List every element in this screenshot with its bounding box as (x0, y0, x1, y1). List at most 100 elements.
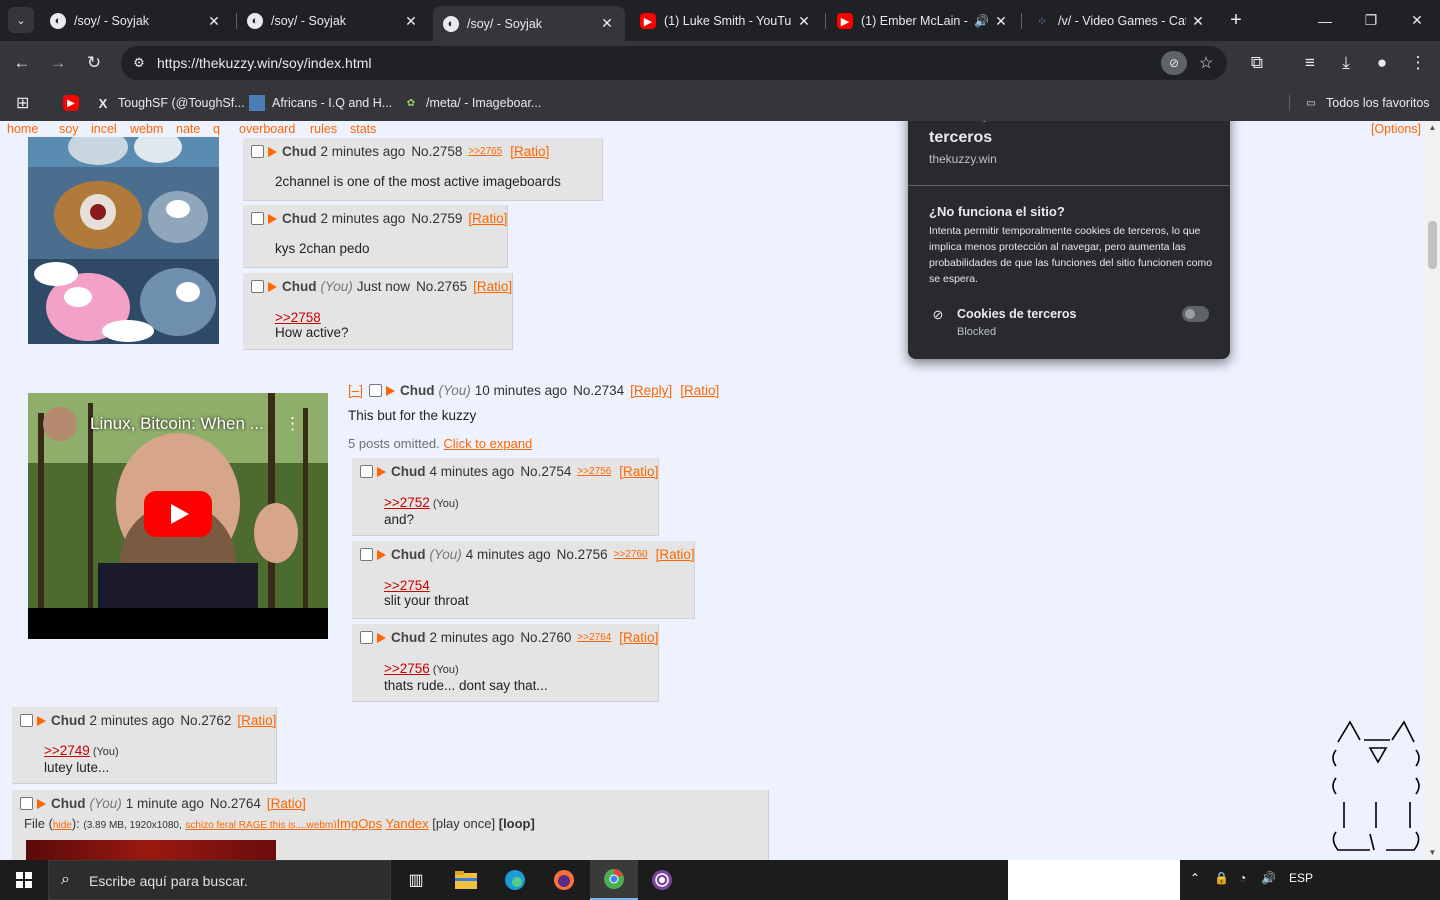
ratio-link[interactable]: [Ratio] (680, 383, 719, 398)
minimize-button[interactable]: — (1302, 0, 1348, 41)
post-number[interactable]: No.2758 (411, 144, 462, 159)
post-checkbox[interactable] (251, 212, 264, 225)
nav-nate[interactable]: nate (176, 122, 200, 136)
close-icon[interactable]: ✕ (993, 13, 1009, 30)
post-checkbox[interactable] (360, 465, 373, 478)
reload-button[interactable]: ↻ (80, 49, 108, 77)
media-control-button[interactable]: ≡ (1296, 49, 1324, 77)
start-button[interactable] (0, 860, 48, 900)
apps-button[interactable]: ⊞ (16, 93, 29, 113)
tab-5[interactable]: ▶ (1) Ember McLain - 🔊 ✕ (827, 6, 1019, 36)
downloads-button[interactable]: ⤓ (1332, 49, 1360, 77)
backlink[interactable]: >>2765 (468, 146, 502, 157)
nav-webm[interactable]: webm (130, 122, 163, 136)
post-menu-arrow-icon[interactable] (377, 466, 386, 477)
quote-link[interactable]: >>2758 (275, 310, 321, 325)
nav-soy[interactable]: soy (59, 122, 78, 136)
tab-search-button[interactable]: ⌄ (8, 7, 34, 33)
restore-button[interactable]: ❐ (1348, 0, 1394, 41)
hide-thread-button[interactable]: [–] (348, 383, 363, 398)
quote-link[interactable]: >>2749 (44, 743, 90, 758)
ratio-link[interactable]: [Ratio] (619, 464, 658, 479)
ratio-link[interactable]: [Ratio] (510, 144, 549, 159)
menu-button[interactable]: ⋮ (1404, 49, 1432, 77)
post-menu-arrow-icon[interactable] (268, 281, 277, 292)
op-video-embed[interactable]: Linux, Bitcoin: When ... ⋮ (28, 393, 328, 639)
extensions-button[interactable]: ⧉ (1243, 49, 1271, 77)
scroll-up-icon[interactable]: ▲ (1425, 121, 1440, 135)
close-icon[interactable]: ✕ (599, 15, 615, 32)
bookmark-meta[interactable]: ✿ /meta/ - Imageboar... (403, 93, 542, 113)
post-number[interactable]: No.2764 (210, 796, 261, 811)
post-menu-arrow-icon[interactable] (268, 213, 277, 224)
address-bar[interactable]: ⚙ https://thekuzzy.win/soy/index.html ⊘ … (121, 46, 1227, 80)
quote-link[interactable]: >>2752 (384, 495, 430, 510)
bookmark-youtube[interactable]: ▶ (63, 93, 86, 113)
edge-button[interactable] (491, 860, 539, 900)
quote-link[interactable]: >>2754 (384, 578, 430, 593)
post-number[interactable]: No.2759 (411, 211, 462, 226)
site-info-icon[interactable]: ⚙ (129, 53, 149, 73)
nav-incel[interactable]: incel (91, 122, 117, 136)
ratio-link[interactable]: [Ratio] (619, 630, 658, 645)
video-file-thumbnail[interactable] (26, 840, 276, 860)
post-number[interactable]: No.2756 (557, 547, 608, 562)
reply-link[interactable]: [Reply] (630, 383, 672, 398)
bookmark-africans[interactable]: Africans - I.Q and H... (249, 93, 392, 113)
profile-button[interactable]: ● (1368, 49, 1396, 77)
post-menu-arrow-icon[interactable] (377, 632, 386, 643)
post-checkbox[interactable] (251, 280, 264, 293)
options-link[interactable]: [Options] (1371, 122, 1421, 136)
post-checkbox[interactable] (369, 384, 383, 397)
tor-browser-button[interactable] (638, 860, 686, 900)
close-icon[interactable]: ✕ (206, 13, 222, 30)
ratio-link[interactable]: [Ratio] (237, 713, 276, 728)
post-number[interactable]: No.2762 (180, 713, 231, 728)
lock-icon[interactable]: 🔒 (1214, 871, 1229, 885)
chrome-button[interactable] (590, 860, 638, 900)
task-view-button[interactable]: ▥ (392, 860, 440, 900)
ratio-link[interactable]: [Ratio] (473, 279, 512, 294)
speaker-icon[interactable]: 🔊 (974, 14, 989, 28)
yandex-link[interactable]: Yandex (385, 816, 428, 831)
tab-2[interactable]: ◐ /soy/ - Soyjak ✕ (237, 6, 429, 36)
thread-image-comic[interactable] (28, 137, 219, 344)
post-checkbox[interactable] (251, 145, 264, 158)
expand-link[interactable]: Click to expand (443, 436, 532, 451)
post-number[interactable]: No.2760 (520, 630, 571, 645)
new-tab-button[interactable]: + (1224, 8, 1248, 32)
backlink[interactable]: >>2756 (577, 466, 611, 477)
close-icon[interactable]: ✕ (403, 13, 419, 30)
nav-home[interactable]: home (7, 122, 38, 136)
scroll-down-icon[interactable]: ▼ (1425, 846, 1440, 860)
ratio-link[interactable]: [Ratio] (267, 796, 306, 811)
eye-slash-icon[interactable]: ⊘ (1161, 51, 1187, 75)
file-name-link[interactable]: schizo feral RAGE this is....webm) (185, 820, 336, 831)
imgops-link[interactable]: ImgOps (337, 816, 383, 831)
quote-link[interactable]: >>2756 (384, 661, 430, 676)
chevron-up-icon[interactable]: ⌃ (1190, 871, 1200, 885)
nav-overboard[interactable]: overboard (239, 122, 295, 136)
ratio-link[interactable]: [Ratio] (656, 547, 695, 562)
third-party-cookies-toggle[interactable] (1182, 306, 1209, 322)
backlink[interactable]: >>2764 (577, 632, 611, 643)
post-menu-arrow-icon[interactable] (37, 798, 46, 809)
forward-button[interactable]: → (44, 49, 72, 77)
kebab-menu-icon[interactable]: ⋮ (284, 414, 301, 434)
post-menu-arrow-icon[interactable] (37, 715, 46, 726)
volume-icon[interactable]: 🔊 (1261, 871, 1276, 885)
scroll-thumb[interactable] (1428, 221, 1437, 269)
post-checkbox[interactable] (20, 714, 33, 727)
ratio-link[interactable]: [Ratio] (468, 211, 507, 226)
post-checkbox[interactable] (360, 631, 373, 644)
url-text[interactable]: https://thekuzzy.win/soy/index.html (157, 55, 372, 71)
page-scrollbar[interactable]: ▲ ▼ (1425, 121, 1440, 860)
post-number[interactable]: No.2765 (416, 279, 467, 294)
close-window-button[interactable]: ✕ (1394, 0, 1440, 41)
wifi-icon[interactable]: ◔ (1239, 871, 1246, 885)
firefox-button[interactable] (540, 860, 588, 900)
close-icon[interactable]: ✕ (1190, 13, 1206, 30)
tab-3-active[interactable]: ◐ /soy/ - Soyjak ✕ (433, 6, 625, 41)
post-checkbox[interactable] (360, 548, 373, 561)
backlink[interactable]: >>2760 (614, 549, 648, 560)
